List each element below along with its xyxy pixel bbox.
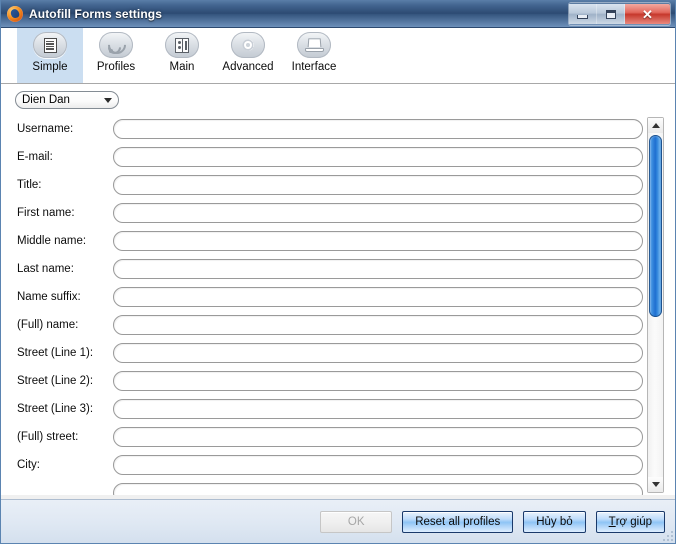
maximize-button[interactable] (597, 4, 625, 24)
resize-grip[interactable] (661, 529, 673, 541)
gear-icon (231, 32, 265, 58)
profile-select[interactable]: Dien Dan (15, 91, 119, 109)
rss-icon (99, 31, 133, 58)
title-input[interactable] (113, 175, 643, 195)
tab-profiles-label: Profiles (96, 61, 136, 73)
partial-input[interactable] (113, 483, 643, 495)
field-label: Street (Line 3): (17, 403, 94, 415)
field-row-email: E-mail: (1, 143, 675, 171)
profile-selector-row: Dien Dan (1, 84, 675, 115)
maximize-icon (605, 9, 616, 19)
help-button[interactable]: Trợ giúp (595, 510, 665, 533)
scroll-down-icon (651, 482, 660, 487)
tab-advanced[interactable]: Advanced (215, 28, 281, 83)
tab-simple[interactable]: Simple (17, 28, 83, 83)
field-label: (Full) street: (17, 431, 79, 443)
help-button-accel: T (608, 515, 616, 528)
close-button[interactable]: ✕ (625, 4, 670, 24)
reset-all-profiles-button[interactable]: Reset all profiles (402, 510, 514, 533)
titlebar: Autofill Forms settings ✕ (1, 0, 675, 28)
minimize-button[interactable] (569, 4, 597, 24)
last-name-input[interactable] (113, 259, 643, 279)
tab-profiles[interactable]: Profiles (83, 28, 149, 83)
street-line-1-input[interactable] (113, 343, 643, 363)
city-input[interactable] (113, 455, 643, 475)
form-scroll-area: Username: E-mail: Title: First name: Mid… (1, 115, 675, 495)
tab-simple-label: Simple (32, 61, 68, 73)
firefox-icon (7, 5, 23, 22)
minimize-icon (577, 14, 588, 19)
field-label: Street (Line 2): (17, 375, 94, 387)
field-row-middle-name: Middle name: (1, 227, 675, 255)
window-title: Autofill Forms settings (29, 6, 162, 21)
name-suffix-input[interactable] (113, 287, 643, 307)
cancel-button[interactable]: Hủy bỏ (523, 510, 586, 533)
field-label: Middle name: (17, 235, 87, 247)
field-row-partial (1, 479, 675, 495)
monitor-icon (297, 32, 331, 58)
tab-main-label: Main (169, 61, 195, 73)
chevron-down-icon (104, 97, 112, 103)
field-label: Title: (17, 179, 42, 191)
tab-interface[interactable]: Interface (281, 28, 347, 83)
field-row-street-line-3: Street (Line 3): (1, 395, 675, 423)
field-row-full-name: (Full) name: (1, 311, 675, 339)
tab-main[interactable]: Main (149, 28, 215, 83)
field-row-name-suffix: Name suffix: (1, 283, 675, 311)
full-name-input[interactable] (113, 315, 643, 335)
email-input[interactable] (113, 147, 643, 167)
help-button-label: rợ giúp (615, 515, 652, 528)
field-label: (Full) name: (17, 319, 79, 331)
tab-advanced-label: Advanced (222, 61, 274, 73)
close-icon: ✕ (642, 6, 653, 22)
field-row-full-street: (Full) street: (1, 423, 675, 451)
street-line-3-input[interactable] (113, 399, 643, 419)
field-label: City: (17, 459, 40, 471)
field-label: Name suffix: (17, 291, 81, 303)
scrollbar-thumb[interactable] (649, 135, 662, 317)
field-label: Last name: (17, 263, 74, 275)
form-vertical-scrollbar[interactable] (647, 117, 664, 493)
tab-interface-label: Interface (291, 61, 337, 73)
field-label: First name: (17, 207, 75, 219)
scroll-up-icon (651, 123, 660, 128)
dialog-button-bar: OK Reset all profiles Hủy bỏ Trợ giúp (1, 499, 675, 543)
first-name-input[interactable] (113, 203, 643, 223)
ok-button[interactable]: OK (320, 510, 393, 533)
field-label: E-mail: (17, 151, 53, 163)
field-row-street-line-2: Street (Line 2): (1, 367, 675, 395)
field-label: Street (Line 1): (17, 347, 94, 359)
profile-select-value: Dien Dan (22, 94, 70, 106)
middle-name-input[interactable] (113, 231, 643, 251)
field-row-last-name: Last name: (1, 255, 675, 283)
full-street-input[interactable] (113, 427, 643, 447)
scroll-up-button[interactable] (648, 118, 663, 133)
form-field-list: Username: E-mail: Title: First name: Mid… (1, 115, 675, 495)
scroll-down-button[interactable] (648, 477, 663, 492)
field-row-city: City: (1, 451, 675, 479)
settings-tabs: Simple Profiles Main Advanced Interface (1, 28, 675, 84)
street-line-2-input[interactable] (113, 371, 643, 391)
username-input[interactable] (113, 119, 643, 139)
field-label: Username: (17, 123, 74, 135)
autofill-forms-settings-window: Autofill Forms settings ✕ Simple Profile… (0, 0, 676, 544)
field-row-street-line-1: Street (Line 1): (1, 339, 675, 367)
document-icon (33, 32, 67, 58)
field-row-title: Title: (1, 171, 675, 199)
field-row-first-name: First name: (1, 199, 675, 227)
layout-icon (165, 32, 199, 58)
field-row-username: Username: (1, 115, 675, 143)
window-controls: ✕ (568, 2, 671, 26)
